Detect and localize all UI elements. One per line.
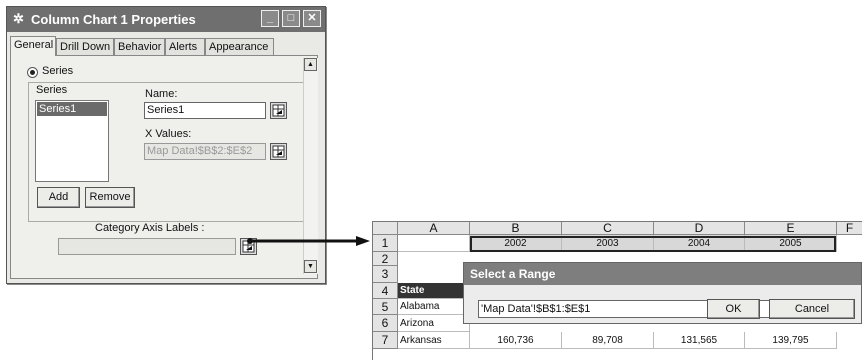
minimize-icon: _ (266, 12, 274, 24)
maximize-button[interactable]: □ (282, 10, 300, 27)
close-icon: ✕ (307, 12, 317, 24)
value-cell[interactable]: 131,565 (654, 332, 745, 349)
select-range-dialog: Select a Range 'Map Data'!$B$1:$E$1 OK C… (463, 262, 862, 324)
series-radio-label: Series (42, 65, 74, 77)
tab-drill-down[interactable]: Drill Down (56, 38, 114, 55)
selection-marquee (470, 236, 836, 252)
column-header[interactable]: E (745, 222, 837, 235)
row-header[interactable]: 4 (373, 283, 398, 299)
name-range-picker[interactable] (270, 102, 287, 119)
scroll-up-icon[interactable]: ▲ (304, 58, 317, 71)
select-range-title[interactable]: Select a Range (464, 263, 861, 285)
series-listbox[interactable]: Series1 (35, 100, 109, 182)
row-header[interactable]: 5 (373, 299, 398, 315)
tab-alerts[interactable]: Alerts (165, 38, 205, 55)
series-radio[interactable] (27, 67, 38, 78)
column-header[interactable]: D (654, 222, 745, 235)
dialog-title: Column Chart 1 Properties (31, 12, 196, 27)
value-cell[interactable]: 160,736 (470, 332, 562, 349)
name-field[interactable]: Series1 (144, 102, 266, 119)
xvalues-label: X Values: (145, 128, 192, 140)
range-picker-icon (272, 104, 285, 117)
range-picker-icon (272, 145, 285, 158)
row-header[interactable]: 1 (373, 235, 398, 252)
settings-gear-icon: ✲ (13, 11, 24, 26)
row-header[interactable]: 3 (373, 266, 398, 283)
remove-button[interactable]: Remove (85, 187, 135, 208)
tab-general[interactable]: General (10, 36, 56, 56)
dialog-titlebar[interactable]: ✲ Column Chart 1 Properties _ □ ✕ (7, 7, 325, 32)
category-axis-field[interactable] (58, 238, 236, 255)
cell-a1[interactable] (398, 235, 470, 252)
column-header[interactable]: A (398, 222, 470, 235)
list-item[interactable]: Series1 (37, 102, 107, 116)
scroll-down-icon[interactable]: ▼ (304, 260, 317, 273)
series-group-label: Series (36, 84, 68, 96)
add-button[interactable]: Add (37, 187, 80, 208)
column-header[interactable]: F (837, 222, 862, 235)
row-header[interactable]: 7 (373, 332, 398, 349)
xvalues-range-picker[interactable] (270, 143, 287, 160)
cancel-button[interactable]: Cancel (769, 299, 855, 319)
close-button[interactable]: ✕ (303, 10, 321, 27)
row-header[interactable]: 6 (373, 315, 398, 332)
xvalues-field[interactable]: Map Data!$B$2:$E$2 (144, 143, 266, 160)
maximize-icon: □ (287, 12, 295, 24)
state-header-cell[interactable]: State (398, 283, 470, 299)
connector-arrow-icon (247, 236, 370, 246)
state-cell[interactable]: Arizona (398, 315, 470, 332)
state-cell[interactable]: Arkansas (398, 332, 470, 349)
tab-appearance[interactable]: Appearance (205, 38, 274, 55)
value-cell[interactable]: 89,708 (562, 332, 654, 349)
column-header[interactable]: C (562, 222, 654, 235)
value-cell[interactable]: 139,795 (745, 332, 837, 349)
ok-button[interactable]: OK (707, 299, 760, 319)
row-header[interactable]: 2 (373, 252, 398, 266)
corner-header[interactable] (373, 222, 398, 235)
category-axis-label: Category Axis Labels : (95, 222, 205, 234)
minimize-button[interactable]: _ (261, 10, 279, 27)
column-header[interactable]: B (470, 222, 562, 235)
state-cell[interactable]: Alabama (398, 299, 470, 315)
name-label: Name: (145, 88, 178, 100)
tab-behavior[interactable]: Behavior (114, 38, 165, 55)
